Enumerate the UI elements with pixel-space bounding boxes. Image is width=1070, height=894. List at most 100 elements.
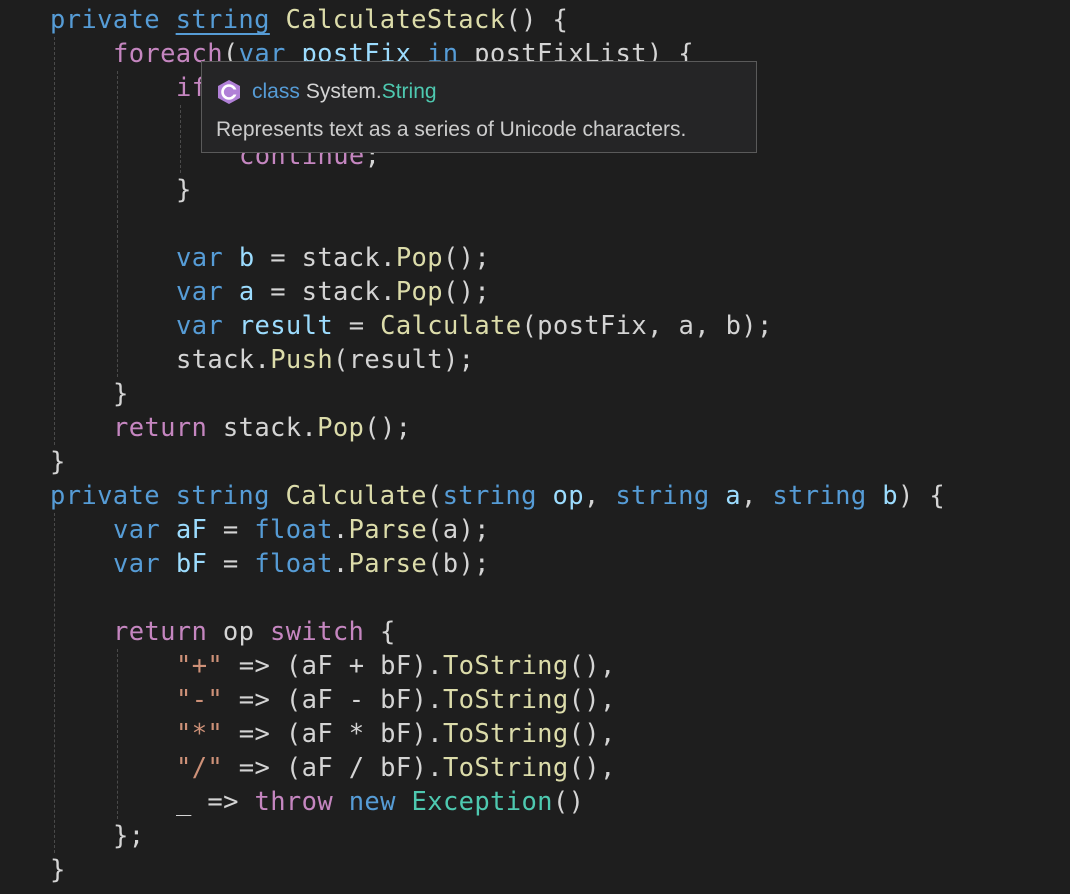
code-line: stack.Push(result);: [176, 343, 474, 377]
hover-namespace: System.: [305, 80, 382, 103]
code-token: (: [426, 481, 443, 511]
code-token: var: [176, 243, 224, 273]
code-line: private string CalculateStack() {: [50, 3, 568, 37]
code-token: (),: [568, 753, 616, 783]
code-token: return: [113, 413, 208, 443]
code-token: aF: [175, 515, 208, 545]
code-token: ,: [583, 481, 616, 511]
code-token: var: [113, 515, 161, 545]
code-token: (postFix, a, b);: [521, 311, 773, 341]
code-token: .: [332, 549, 349, 579]
hover-description: Represents text as a series of Unicode c…: [216, 118, 687, 141]
indent-guide: [54, 513, 55, 853]
code-token: }: [50, 855, 66, 885]
code-token: ();: [442, 277, 491, 307]
code-token: op: [207, 617, 271, 647]
code-token: b: [882, 481, 898, 511]
code-line: }: [50, 445, 66, 479]
code-token: var: [176, 311, 224, 341]
code-token: new: [348, 787, 396, 817]
code-token: result: [238, 311, 334, 341]
code-token: ,: [740, 481, 773, 511]
code-token: Pop: [395, 243, 443, 273]
code-token: Calculate: [380, 311, 522, 341]
code-token: Calculate: [285, 481, 427, 511]
hover-signature: class System. String: [216, 78, 437, 106]
code-token: bF: [175, 549, 208, 579]
code-token: a: [725, 481, 741, 511]
code-token: ) {: [897, 481, 946, 511]
code-token: op: [552, 481, 584, 511]
code-token: "-": [176, 685, 224, 715]
code-token: private: [50, 5, 160, 35]
code-token: var: [113, 549, 161, 579]
code-token: private: [50, 481, 160, 511]
code-token: CalculateStack: [285, 5, 506, 35]
code-line: }: [113, 377, 129, 411]
hover-tooltip: class System. String Represents text as …: [201, 61, 757, 153]
code-token: stack.: [176, 345, 271, 375]
code-line: var aF = float.Parse(a);: [113, 513, 490, 547]
code-token: switch: [270, 617, 365, 647]
code-token: (),: [568, 651, 616, 681]
hover-keyword: class: [252, 80, 300, 103]
code-token: ToString: [442, 753, 569, 783]
code-line: "/" => (aF / bF).ToString(),: [176, 751, 616, 785]
code-token: ();: [364, 413, 412, 443]
code-token: string: [442, 481, 537, 511]
code-token: Push: [270, 345, 334, 375]
code-token: }: [50, 447, 66, 477]
code-token: .: [332, 515, 349, 545]
code-line: _ => throw new Exception(): [176, 785, 584, 819]
code-token: (),: [568, 685, 616, 715]
code-token: string: [175, 5, 270, 35]
code-token: =>: [191, 787, 255, 817]
code-editor[interactable]: private string CalculateStack() {foreach…: [0, 0, 1070, 894]
code-token: ();: [442, 243, 491, 273]
indent-guide: [180, 105, 181, 173]
code-line: "-" => (aF - bF).ToString(),: [176, 683, 616, 717]
code-line: "+" => (aF + bF).ToString(),: [176, 649, 616, 683]
code-token: Pop: [317, 413, 365, 443]
code-token: => (aF * bF).: [223, 719, 443, 749]
code-token: ToString: [442, 685, 569, 715]
code-token: () {: [505, 5, 569, 35]
code-token: };: [113, 821, 145, 851]
code-line: var bF = float.Parse(b);: [113, 547, 490, 581]
code-token: b: [238, 243, 255, 273]
code-token: "+": [176, 651, 224, 681]
code-token: a: [238, 277, 255, 307]
code-token: string: [615, 481, 710, 511]
code-line: return stack.Pop();: [113, 411, 411, 445]
code-token: float: [254, 515, 333, 545]
indent-guide: [117, 71, 118, 377]
code-token: {: [364, 617, 396, 647]
code-token: (): [552, 787, 585, 817]
code-line: };: [113, 819, 144, 853]
code-token: =: [333, 311, 381, 341]
code-line: var b = stack.Pop();: [176, 241, 490, 275]
code-token: Parse: [348, 515, 428, 545]
class-icon: [218, 80, 240, 104]
code-token: (result);: [333, 345, 475, 375]
code-token: "/": [176, 753, 224, 783]
code-token: var: [176, 277, 224, 307]
code-token: =: [207, 515, 255, 545]
code-token: => (aF + bF).: [223, 651, 443, 681]
code-token: = stack.: [254, 277, 396, 307]
hover-type-name: String: [381, 80, 437, 103]
code-token: float: [254, 549, 333, 579]
code-token: (a);: [427, 515, 490, 545]
code-token: _: [176, 787, 192, 817]
code-token: ToString: [442, 651, 569, 681]
code-line: var result = Calculate(postFix, a, b);: [176, 309, 773, 343]
